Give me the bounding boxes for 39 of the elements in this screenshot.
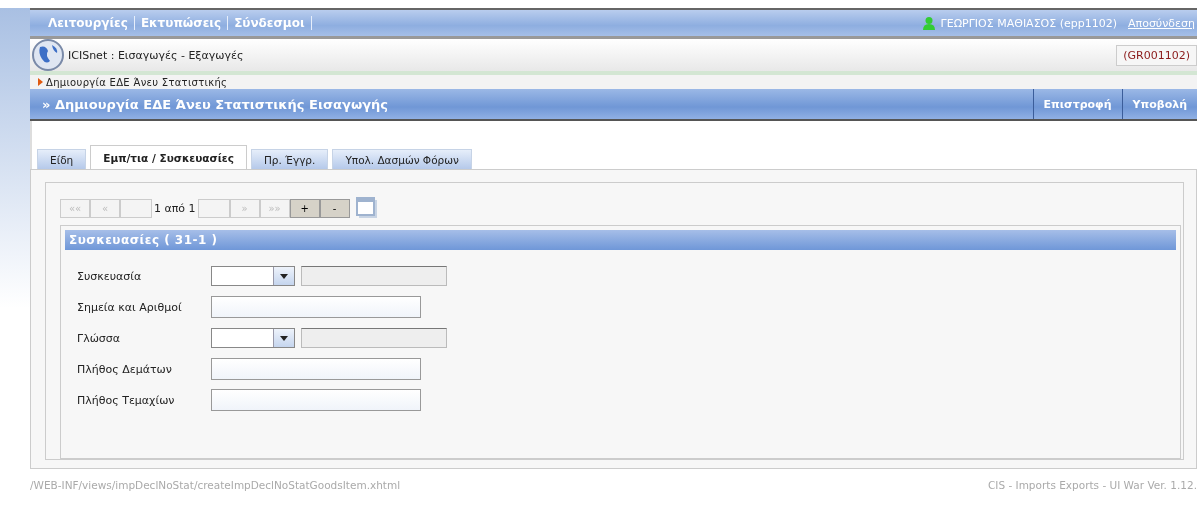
- field-label: Πλήθος Δεμάτων: [77, 362, 173, 376]
- input-field[interactable]: [211, 358, 421, 380]
- field-label: Πλήθος Τεμαχίων: [77, 393, 176, 407]
- page-field[interactable]: [197, 198, 230, 218]
- window-icon[interactable]: [355, 197, 378, 219]
- action-button[interactable]: Επιστροφή: [1032, 89, 1122, 119]
- menu-item[interactable]: Εκτυπώσεις: [140, 16, 222, 30]
- field-label: Γλώσσα: [77, 331, 122, 345]
- menu-item[interactable]: Λειτουργίες: [48, 16, 128, 30]
- dropdown[interactable]: [211, 328, 295, 348]
- page-counter: 1 από 1: [153, 201, 197, 215]
- page-title: » Δημιουργία ΕΔΕ Άνευ Στατιστικής Εισαγωγής: [42, 96, 389, 112]
- tab[interactable]: Πρ. Έγγρ.: [250, 149, 329, 169]
- office-code: (GR001102): [1116, 44, 1197, 66]
- section-header: Συσκευασίες ( 31-1 ): [65, 230, 1176, 250]
- tab[interactable]: Εμπ/τια / Συσκευασίες: [90, 145, 247, 169]
- add-button[interactable]: +: [289, 198, 320, 218]
- arrow-icon: [38, 78, 43, 86]
- user-icon: [921, 16, 936, 30]
- logout-link[interactable]: Αποσύνδεση: [1128, 16, 1195, 30]
- version-text: CIS - Imports Exports - UI War Ver. 1.12.: [988, 479, 1197, 491]
- field-label: Συσκευασία: [77, 269, 143, 283]
- page-field[interactable]: [120, 198, 152, 218]
- dropdown-arrow-icon: [280, 273, 288, 279]
- app-title: ICISnet : Εισαγωγές - Εξαγωγές: [68, 48, 245, 62]
- dropdown[interactable]: [211, 266, 295, 286]
- dropdown-arrow-icon: [280, 335, 288, 341]
- input-field[interactable]: [211, 296, 421, 318]
- user-name: ΓΕΩΡΓΙΟΣ ΜΑΘΙΑΣΟΣ (epp1102): [940, 16, 1117, 30]
- field-label: Σημεία και Αριθμοί: [77, 300, 183, 314]
- page-path: /WEB-INF/views/impDeclNoStat/createImpDeclNoStatGoodsItem.xhtml: [30, 479, 401, 491]
- globe-icon: [32, 39, 64, 71]
- remove-button[interactable]: -: [319, 198, 350, 218]
- input-field[interactable]: [211, 389, 421, 411]
- tab[interactable]: Υπολ. Δασμών Φόρων: [332, 149, 472, 169]
- tab[interactable]: Είδη: [37, 149, 87, 169]
- action-button[interactable]: Υποβολή: [1121, 89, 1197, 119]
- breadcrumb[interactable]: Δημιουργία ΕΔΕ Άνευ Στατιστικής: [46, 76, 228, 88]
- menu-item[interactable]: Σύνδεσμοι: [234, 16, 305, 30]
